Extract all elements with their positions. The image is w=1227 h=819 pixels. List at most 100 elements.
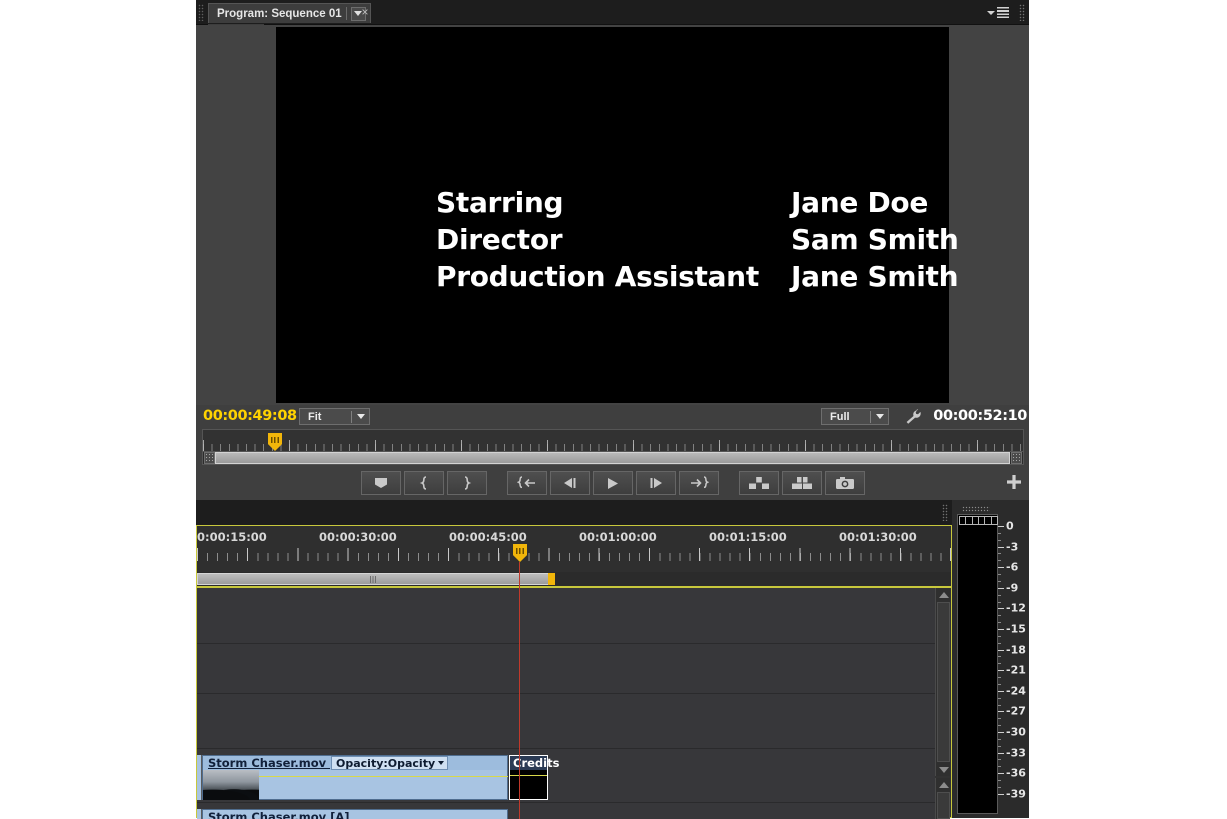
panel-menu-icon[interactable] (910, 506, 932, 519)
scroll-up-arrow-icon[interactable] (937, 778, 950, 791)
clip-name-text: Storm Chaser.mov [V] (208, 756, 350, 770)
meter-tick-minor (998, 615, 1001, 617)
monitor-timecode-row: 00:00:49:08 Fit Full 00:00:52:10 (196, 405, 1029, 428)
meter-tick-minor (998, 574, 1001, 576)
play-stop-button[interactable] (592, 471, 633, 495)
panel-menu-icon[interactable] (987, 6, 1009, 19)
timeline-body: 0:00:15:00 00:00:30:00 00:00:45:00 00:01… (196, 525, 952, 819)
clip-header[interactable]: Credits (510, 756, 559, 770)
go-to-in-point-button[interactable] (506, 471, 547, 495)
ruler-major-ticks (203, 440, 1023, 451)
playhead-line (519, 562, 520, 819)
monitor-time-ruler[interactable] (202, 429, 1024, 451)
step-forward-button[interactable] (635, 471, 676, 495)
panel-menu-lines-icon (997, 7, 1009, 18)
ruler-label-3: 00:01:00:00 (579, 530, 657, 544)
clip-name-text: Credits (513, 756, 560, 770)
track-divider (197, 693, 935, 694)
zoom-level-label: Fit (308, 410, 322, 423)
playhead-timecode[interactable]: 00:00:49:08 (203, 408, 297, 424)
track-divider (197, 748, 935, 749)
zoom-scrollbar-thumb[interactable] (197, 573, 549, 585)
button-editor-plus-icon[interactable] (1006, 474, 1022, 490)
clip-indicator-cell[interactable] (990, 516, 998, 525)
chevron-down-icon (871, 414, 888, 419)
credit-name-0: Jane Doe (791, 186, 929, 219)
transport-controls (196, 468, 1029, 498)
meter-tick-minor (998, 580, 1001, 582)
ruler-label-5: 00:01:30:00 (839, 530, 917, 544)
program-monitor-stage[interactable]: Starring Jane Doe Director Sam Smith Pro… (196, 25, 1029, 405)
meter-db-label: -39 (1006, 787, 1026, 801)
step-back-button[interactable] (549, 471, 590, 495)
meter-tick-minor (998, 622, 1001, 624)
clip-effect-dropdown[interactable]: Opacity:Opacity (331, 756, 449, 770)
timeline-time-ruler[interactable]: 0:00:15:00 00:00:30:00 00:00:45:00 00:01… (197, 526, 951, 572)
mark-out-button[interactable] (446, 471, 487, 495)
playback-quality-label: Full (830, 410, 850, 423)
zoom-level-dropdown[interactable]: Fit (299, 408, 370, 425)
scrollbar-track[interactable] (937, 792, 950, 819)
add-marker-button[interactable] (360, 471, 401, 495)
monitor-zoom-scrollbar[interactable] (202, 451, 1024, 465)
meter-tick-minor (998, 759, 1001, 761)
duration-timecode[interactable]: 00:00:52:10 (933, 408, 1027, 424)
chevron-down-icon (352, 414, 369, 419)
close-icon[interactable]: × (358, 5, 372, 19)
timeline-clip-credits[interactable]: Credits (509, 755, 559, 800)
meter-tick-minor (998, 532, 1001, 534)
tab-separator (345, 7, 347, 20)
monitor-playhead[interactable] (268, 433, 282, 451)
ruler-label-4: 00:01:15:00 (709, 530, 787, 544)
meter-tick-minor (998, 677, 1001, 679)
scrollbar-track[interactable] (937, 602, 950, 762)
panel-drag-gripper[interactable] (198, 4, 204, 21)
meter-tick-minor (998, 656, 1001, 658)
timeline-vertical-scrollbar-video[interactable] (935, 588, 950, 776)
timeline-vertical-scrollbar-audio[interactable] (935, 778, 950, 819)
meter-tick-minor (998, 718, 1001, 720)
meter-tick-major (998, 649, 1004, 651)
scroll-up-arrow-icon[interactable] (937, 588, 950, 601)
extract-button[interactable] (781, 471, 822, 495)
meter-tick-major (998, 587, 1004, 589)
scroll-down-arrow-icon[interactable] (937, 763, 950, 776)
meter-tick-major (998, 711, 1004, 713)
panel-drag-gripper[interactable] (962, 506, 990, 512)
credit-name-1: Sam Smith (791, 223, 959, 256)
timeline-tracks-area[interactable]: Storm Chaser.mov [V] Opacity:Opacity Cre… (197, 588, 935, 819)
timeline-zoom-scrollbar[interactable] (197, 572, 951, 586)
meter-tick-major (998, 690, 1004, 692)
meter-tick-minor (998, 539, 1001, 541)
timeline-clip-video[interactable]: Storm Chaser.mov [V] Opacity:Opacity (202, 755, 508, 800)
go-to-out-point-button[interactable] (678, 471, 719, 495)
playback-quality-dropdown[interactable]: Full (821, 408, 889, 425)
scrollbar-left-grip[interactable] (204, 452, 215, 464)
scrollbar-right-grip[interactable] (1011, 452, 1022, 464)
meter-tick-minor (998, 594, 1001, 596)
meter-tick-minor (998, 560, 1001, 562)
ruler-label-2: 00:00:45:00 (449, 530, 527, 544)
panel-options-gripper[interactable] (1019, 4, 1025, 21)
timeline-playhead[interactable] (513, 544, 527, 562)
video-frame[interactable]: Starring Jane Doe Director Sam Smith Pro… (276, 27, 959, 403)
wrench-icon[interactable] (905, 409, 923, 425)
clip-opacity-rubberband[interactable] (259, 776, 508, 777)
clip-indicator-row[interactable] (959, 516, 998, 525)
audio-meter-bars[interactable] (957, 514, 998, 814)
track-divider (197, 643, 935, 644)
export-frame-button[interactable] (824, 471, 865, 495)
panel-options-gripper[interactable] (942, 504, 948, 521)
clip-label: Storm Chaser.mov [V] (203, 756, 350, 770)
tab-program-sequence-01[interactable]: Program: Sequence 01 (208, 3, 371, 23)
clip-thumbnail (203, 770, 259, 800)
meter-tick-major (998, 629, 1004, 630)
mark-in-button[interactable] (403, 471, 444, 495)
scrollbar-thumb[interactable] (215, 452, 1010, 464)
lift-button[interactable] (738, 471, 779, 495)
meter-db-label: -15 (1006, 622, 1026, 636)
go-to-out-icon (690, 476, 709, 489)
zoom-scrollbar-handle[interactable] (548, 573, 555, 585)
credit-name-2: Jane Smith (791, 260, 959, 293)
premiere-window: Program: Sequence 01 × Starring Jane Doe… (0, 0, 1227, 819)
